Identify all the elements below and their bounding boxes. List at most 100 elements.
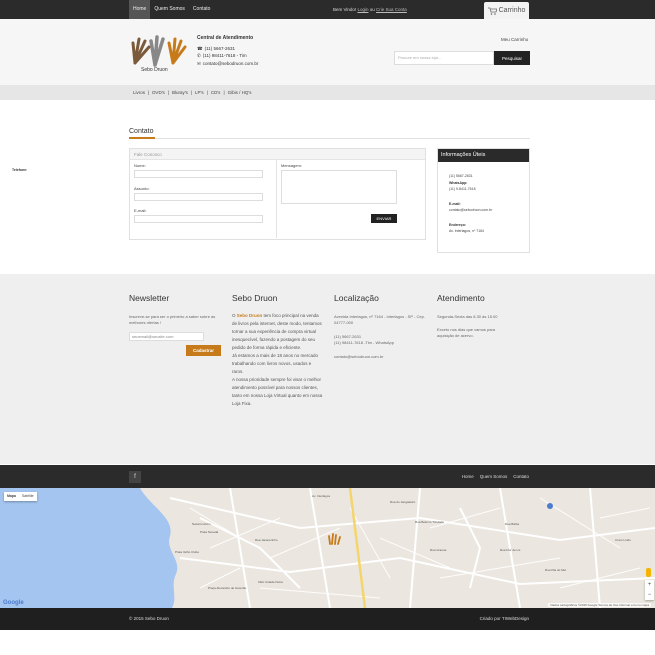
about-brand: Sebo Druon <box>236 313 263 318</box>
info-phone-label: Telefone: <box>12 168 28 172</box>
zoom-control[interactable]: + − <box>645 580 654 600</box>
hours-weekdays: Segunda-Sexta das 8.30 às 15.00 <box>437 314 498 319</box>
top-nav-quem-somos[interactable]: Quem Somos <box>150 0 189 19</box>
whatsapp-text: (11) 98411-7618 - Tim <box>202 53 247 58</box>
map-type-map[interactable]: Mapa <box>4 492 19 501</box>
name-label: Nome: <box>134 163 146 168</box>
top-nav-contato[interactable]: Contato <box>189 0 215 19</box>
street-label: Praça Alexandre de Gusmão <box>208 586 247 590</box>
about-title: Sebo Druon <box>232 293 278 303</box>
email-text: contato@sebodruon.com.br <box>202 60 259 66</box>
info-email-label: E-mail: <box>449 202 461 206</box>
email-field[interactable] <box>134 215 263 223</box>
pegman-icon[interactable] <box>646 568 651 577</box>
my-cart-link[interactable]: Meu Carrinho <box>501 37 528 42</box>
logo-text: Sebo Druon <box>141 67 168 73</box>
subject-label: Assunto: <box>134 186 150 191</box>
street-label: Rua do Jangadeiro <box>390 500 416 504</box>
info-phone: (11) 5667-2631 <box>449 174 473 178</box>
street-label: Rua Bahia <box>505 522 520 526</box>
top-nav-home[interactable]: Home <box>129 0 151 19</box>
street-label: Rua Belmiro Trindade <box>415 520 445 524</box>
whatsapp-icon: ✆ <box>197 53 201 58</box>
about-p1-pre: O <box>232 313 236 318</box>
category-dvds[interactable]: DVD's <box>152 85 165 100</box>
bottom-link-home[interactable]: Home <box>462 465 474 488</box>
location-email[interactable]: contato@sebodruon.com.br <box>334 354 426 360</box>
bottom-link-quem-somos[interactable]: Quem Somos <box>480 465 508 488</box>
map-type-control[interactable]: Mapa Satélite <box>4 492 37 501</box>
copyright-bar: © 2015 Sebo Druon Criado por TIWebDesign <box>0 608 655 630</box>
hours-note: Exceto nos dias que vamos para aquisição… <box>437 327 496 338</box>
contact-block: Central de Atendimento ☎ (11) 5667-2631 ✆… <box>197 35 258 67</box>
name-field[interactable] <box>134 170 263 178</box>
category-bar: Livros | DVD's | Bluray's | LP's | CD's | Gib… <box>0 85 655 100</box>
street-label: CEU Cidade Dutra <box>258 580 283 584</box>
street-label: Av. Interlagos <box>312 494 331 498</box>
category-blurays[interactable]: Bluray's <box>172 85 188 100</box>
street-label: Rua Grauna <box>430 548 447 552</box>
central-title: Central de Atendimento <box>197 35 254 41</box>
about-p1-post: tem foco principal na venda de livros pe… <box>232 313 322 350</box>
whatsapp-row: ✆ (11) 98411-7618 - Tim <box>197 52 258 60</box>
zoom-out-icon[interactable]: − <box>645 590 654 600</box>
info-whatsapp-label: WhatsApp: <box>449 181 468 185</box>
bottom-links: Home Quem Somos Contato <box>462 465 529 488</box>
category-sep: | <box>167 90 169 95</box>
top-bar: Home Quem Somos Contato Bem Vindo! Login… <box>0 0 655 19</box>
footer <box>0 274 655 464</box>
bottom-nav: Home Quem Somos Contato <box>0 465 655 488</box>
info-whatsapp: (11) 9-8411-7618 <box>449 187 476 191</box>
header <box>0 19 655 85</box>
category-sep: | <box>148 90 150 95</box>
welcome-text: Bem Vindo! Login ou Crie Sua Conta <box>333 0 407 19</box>
email-row: ✉ contato@sebodruon.com.br <box>197 60 258 68</box>
email-icon: ✉ <box>197 60 201 66</box>
cart-label: Carrinho <box>498 7 526 14</box>
subject-field[interactable] <box>134 193 263 201</box>
map-marker-icon[interactable] <box>328 532 342 550</box>
hours-title: Atendimento <box>437 293 485 303</box>
logo[interactable]: Sebo Druon <box>129 33 187 75</box>
newsletter-submit-button[interactable]: Cadastrar <box>186 345 221 356</box>
map-type-satellite[interactable]: Satélite <box>19 492 37 501</box>
category-items: Livros | DVD's | Bluray's | LP's | CD's | Gib… <box>133 85 251 100</box>
login-link[interactable]: Login <box>357 7 368 12</box>
category-sep: | <box>206 90 208 95</box>
signup-link[interactable]: Crie Sua Conta <box>376 7 407 12</box>
search-input[interactable]: Procure em nossa loja... <box>394 51 494 65</box>
about-p3: A nossa prioridade sempre foi visar o me… <box>232 377 323 406</box>
map-attribution[interactable]: Dados cartográficos ©2015 Google Termos … <box>548 603 651 607</box>
about-p2: Já estamos a mais de 18 anos no mercado … <box>232 353 319 374</box>
send-button[interactable]: ENVIAR <box>371 214 397 223</box>
location-title: Localização <box>334 293 379 303</box>
category-cds[interactable]: CD's <box>211 85 221 100</box>
phone-icon: ☎ <box>197 45 203 51</box>
category-sep: | <box>223 90 225 95</box>
message-field[interactable] <box>281 170 397 204</box>
zoom-in-icon[interactable]: + <box>645 580 654 590</box>
street-label: Praia Velho Clube <box>175 550 200 554</box>
category-gibis[interactable]: Gibis / HQ's <box>228 85 252 100</box>
email-label: E-mail: <box>134 208 147 213</box>
phone-text: (11) 5667-2631 <box>204 45 236 51</box>
cart-icon <box>487 7 497 15</box>
newsletter-email-input[interactable]: seuemail@seusite.com <box>129 332 204 341</box>
top-nav: Home Quem Somos Contato <box>129 0 214 19</box>
category-livros[interactable]: Livros <box>133 85 145 100</box>
search-button[interactable]: Pesquisar <box>494 51 530 65</box>
page-title: Contato <box>129 128 154 135</box>
info-title: Informações Úteis <box>438 149 529 162</box>
location-address: Avenida Interlagos, nº 7164 - Interlagos… <box>334 314 425 325</box>
facebook-icon[interactable]: f <box>129 471 141 483</box>
form-header: Fale Conosco <box>130 149 425 160</box>
or-label: ou <box>369 7 375 12</box>
cart-button[interactable]: Carrinho <box>484 2 529 19</box>
message-label: Mensagem: <box>281 163 302 168</box>
info-address-label: Endereço: <box>449 223 467 227</box>
map[interactable]: Mapa Satélite Praia Nevada Praia Velho C… <box>0 488 655 608</box>
bottom-link-contato[interactable]: Contato <box>513 465 529 488</box>
credits-text[interactable]: Criado por TIWebDesign <box>480 608 529 630</box>
category-lps[interactable]: LP's <box>195 85 204 100</box>
form-divider <box>276 160 277 238</box>
